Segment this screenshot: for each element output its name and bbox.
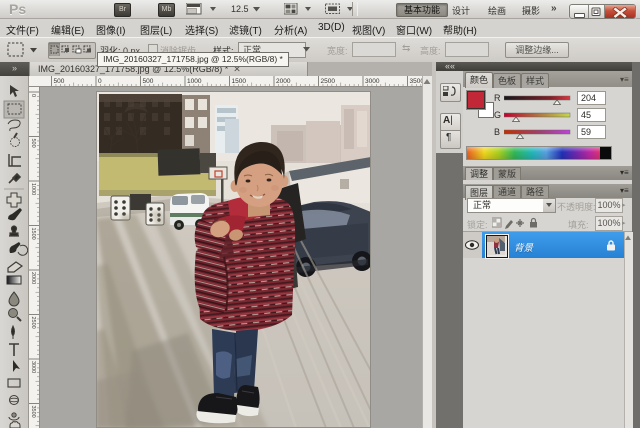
svg-text:1000: 1000 [187,78,202,85]
svg-text:1000: 1000 [30,183,36,195]
svg-text:500: 500 [30,139,36,148]
svg-text:3000: 3000 [30,361,36,373]
svg-text:2500: 2500 [321,78,336,85]
svg-text:500: 500 [54,78,65,85]
svg-text:1500: 1500 [30,228,36,240]
svg-text:3500: 3500 [410,78,423,85]
svg-text:2000: 2000 [276,78,291,85]
svg-text:2500: 2500 [30,317,36,329]
svg-text:0: 0 [30,94,36,97]
svg-text:1500: 1500 [232,78,247,85]
svg-text:2000: 2000 [30,272,36,284]
svg-text:3000: 3000 [365,78,380,85]
svg-text:3500: 3500 [30,406,36,418]
svg-text:0: 0 [98,78,102,85]
svg-text:500: 500 [143,78,154,85]
